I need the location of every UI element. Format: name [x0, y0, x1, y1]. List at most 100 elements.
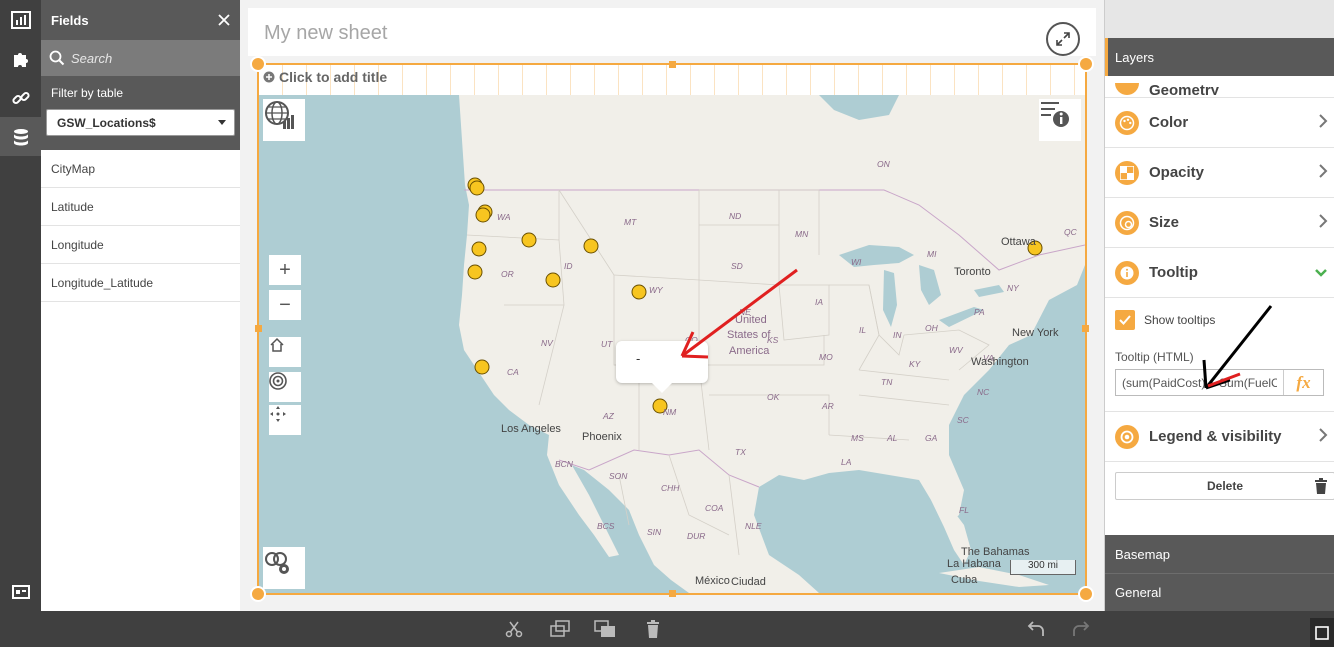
- map-object[interactable]: Click to add title ON WA MT ND MN OR ID …: [250, 56, 1094, 602]
- link-icon: [11, 91, 30, 104]
- prop-size[interactable]: Size: [1105, 198, 1334, 248]
- extensions-tab[interactable]: [0, 39, 41, 78]
- map-layer-button[interactable]: [263, 99, 305, 141]
- paste-button[interactable]: [593, 618, 617, 640]
- map-label: MT: [624, 217, 637, 227]
- zoom-in-button[interactable]: +: [269, 255, 301, 285]
- map-point[interactable]: [467, 264, 483, 280]
- field-item-latitude[interactable]: Latitude: [41, 188, 240, 226]
- prop-geometry[interactable]: Geometry: [1105, 76, 1334, 98]
- legend-visibility-label: Legend & visibility: [1149, 428, 1282, 445]
- chevron-right-icon: [1319, 164, 1328, 178]
- chevron-right-icon: [1319, 114, 1328, 128]
- expression-button[interactable]: fx: [1283, 370, 1323, 395]
- prop-tooltip[interactable]: Tooltip: [1105, 248, 1334, 298]
- fields-search-input[interactable]: [71, 50, 221, 66]
- puzzle-icon: [13, 52, 28, 67]
- general-section-header[interactable]: General: [1105, 573, 1334, 611]
- map-label: GA: [925, 433, 938, 443]
- basemap-section-header[interactable]: Basemap: [1105, 535, 1334, 573]
- home-button[interactable]: [269, 337, 301, 367]
- tooltip-html-input[interactable]: [1116, 370, 1283, 395]
- target-button[interactable]: [269, 372, 301, 402]
- sheet-title[interactable]: My new sheet: [264, 22, 387, 45]
- panel-layout-icon: [11, 584, 30, 599]
- cut-button[interactable]: [502, 618, 526, 640]
- legend-info-icon: [1041, 102, 1069, 127]
- show-tooltips-row[interactable]: Show tooltips: [1115, 310, 1324, 330]
- field-item-longitude-latitude[interactable]: Longitude_Latitude: [41, 264, 240, 302]
- city-label: Cuba: [951, 574, 978, 586]
- home-icon: [270, 337, 284, 352]
- resize-handle-left[interactable]: [255, 325, 262, 332]
- map-point[interactable]: [545, 272, 561, 288]
- layers-section-header[interactable]: Layers: [1105, 38, 1334, 76]
- charts-tab[interactable]: [0, 0, 41, 39]
- prop-color[interactable]: Color: [1105, 98, 1334, 148]
- tooltip-text: -: [636, 351, 641, 366]
- delete-button[interactable]: [641, 618, 665, 640]
- expand-button[interactable]: [1046, 22, 1080, 56]
- resize-handle-bottom-right[interactable]: [1078, 586, 1094, 602]
- table-select[interactable]: GSW_Locations$: [46, 109, 235, 136]
- properties-toggle[interactable]: [1310, 618, 1334, 647]
- map-label: MN: [795, 229, 809, 239]
- map-settings-button[interactable]: [263, 547, 305, 589]
- zoom-out-button[interactable]: −: [269, 290, 301, 320]
- redo-button[interactable]: [1069, 618, 1093, 640]
- map-point[interactable]: [583, 238, 599, 254]
- map-point[interactable]: [471, 241, 487, 257]
- map-label: MS: [851, 433, 864, 443]
- resize-handle-top-left[interactable]: [250, 56, 266, 72]
- map-label: IL: [859, 325, 866, 335]
- fields-header: Fields: [41, 0, 240, 40]
- resize-handle-bottom-left[interactable]: [250, 586, 266, 602]
- close-icon[interactable]: [218, 14, 230, 26]
- globe-chart-icon: [265, 101, 294, 129]
- resize-handle-right[interactable]: [1082, 325, 1089, 332]
- city-label: Phoenix: [582, 431, 622, 443]
- add-title-text: Click to add title: [279, 69, 388, 85]
- map-label: ID: [564, 261, 573, 271]
- resize-handle-bottom[interactable]: [669, 590, 676, 597]
- map-point[interactable]: [475, 207, 491, 223]
- master-items-tab[interactable]: [0, 78, 41, 117]
- show-tooltips-checkbox[interactable]: [1115, 310, 1135, 330]
- add-title-link[interactable]: Click to add title: [263, 69, 387, 85]
- city-label: México: [695, 575, 730, 587]
- map-label: UT: [601, 339, 613, 349]
- fields-title: Fields: [51, 12, 89, 28]
- city-label: Ciudad: [731, 576, 766, 588]
- copy-button[interactable]: [548, 618, 572, 640]
- pan-button[interactable]: [269, 405, 301, 435]
- map-point[interactable]: [631, 284, 647, 300]
- trash-icon: [647, 620, 659, 638]
- map-canvas[interactable]: ON WA MT ND MN OR ID SD WY WI MI IA NE N…: [259, 95, 1085, 593]
- tooltip-info-icon: [1115, 260, 1139, 285]
- paste-icon: [594, 620, 615, 637]
- map-label: WY: [649, 285, 664, 295]
- field-item-citymap[interactable]: CityMap: [41, 150, 240, 188]
- map-label: NV: [541, 338, 554, 348]
- prop-legend-visibility[interactable]: Legend & visibility: [1105, 412, 1334, 462]
- map-label: SIN: [647, 527, 662, 537]
- country-label: States of: [727, 329, 771, 341]
- map-point[interactable]: [469, 180, 485, 196]
- legend-info-button[interactable]: [1039, 99, 1081, 141]
- prop-opacity[interactable]: Opacity: [1105, 148, 1334, 198]
- undo-button[interactable]: [1024, 618, 1048, 640]
- fields-tab[interactable]: [0, 117, 41, 156]
- map-label: OK: [767, 392, 780, 402]
- layout-toggle[interactable]: [0, 572, 41, 611]
- delete-layer-button[interactable]: Delete: [1115, 472, 1334, 500]
- map-label: LA: [841, 457, 852, 467]
- resize-handle-top-right[interactable]: [1078, 56, 1094, 72]
- field-item-longitude[interactable]: Longitude: [41, 226, 240, 264]
- table-select-value: GSW_Locations$: [57, 115, 156, 130]
- map-point[interactable]: [474, 359, 490, 375]
- map-point[interactable]: [521, 232, 537, 248]
- resize-handle-top[interactable]: [669, 61, 676, 68]
- map-label: NC: [977, 387, 990, 397]
- city-label: Ottawa: [1001, 236, 1037, 248]
- map-settings-icon: [265, 552, 289, 574]
